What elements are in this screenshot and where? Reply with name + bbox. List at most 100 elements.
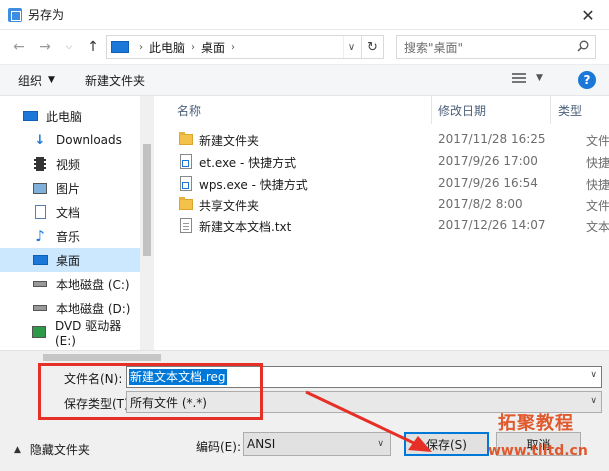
sidebar-scrollbar[interactable] bbox=[140, 96, 154, 350]
search-placeholder: 搜索"桌面" bbox=[404, 40, 464, 55]
video-icon bbox=[32, 156, 48, 172]
file-row[interactable]: 新建文本文档.txt 2017/12/26 14:07 文本文档 bbox=[175, 215, 609, 237]
horizontal-scroll-thumb[interactable] bbox=[43, 354, 161, 361]
encoding-select[interactable]: ANSI ∨ bbox=[243, 432, 391, 456]
sidebar-scroll-thumb[interactable] bbox=[143, 144, 151, 256]
save-options-panel: 文件名(N): 新建文本文档.reg ∨ 保存类型(T): 所有文件 (*.*)… bbox=[0, 363, 609, 471]
search-icon bbox=[577, 40, 589, 52]
close-button[interactable]: ✕ bbox=[567, 0, 609, 30]
file-name: 新建文件夹 bbox=[199, 134, 260, 148]
organize-menu[interactable]: 组织 ▼ bbox=[18, 72, 55, 89]
sidebar-item-label: 视频 bbox=[56, 157, 81, 172]
close-icon: ✕ bbox=[581, 5, 595, 25]
caret-down-icon: ▼ bbox=[48, 75, 55, 85]
shortcut-icon bbox=[180, 154, 192, 169]
horizontal-scrollbar[interactable] bbox=[0, 350, 609, 363]
file-type: 快捷方式 bbox=[586, 156, 609, 170]
sidebar-item-label: 桌面 bbox=[56, 253, 81, 268]
refresh-icon: ↻ bbox=[367, 39, 378, 55]
hide-folders-label: 隐藏文件夹 bbox=[29, 443, 90, 457]
file-row[interactable]: wps.exe - 快捷方式 2017/9/26 16:54 快捷方式 bbox=[175, 173, 609, 195]
dvd-icon bbox=[32, 324, 47, 340]
title-bar: 另存为 ✕ bbox=[0, 0, 609, 30]
column-divider[interactable] bbox=[431, 96, 432, 124]
save-button[interactable]: 保存(S) bbox=[404, 432, 489, 456]
file-type: 文本文档 bbox=[586, 220, 609, 234]
file-date: 2017/11/28 16:25 bbox=[438, 132, 546, 146]
sidebar-item-label: 本地磁盘 (C:) bbox=[56, 277, 130, 292]
chevron-right-icon: › bbox=[191, 41, 196, 53]
sidebar-item-drive-c[interactable]: 本地磁盘 (C:) bbox=[0, 272, 140, 296]
file-name: wps.exe - 快捷方式 bbox=[199, 178, 308, 192]
column-header-name[interactable]: 名称 bbox=[177, 96, 201, 124]
shortcut-icon bbox=[180, 176, 192, 191]
file-row[interactable]: 共享文件夹 2017/8/2 8:00 文件夹 bbox=[175, 194, 609, 216]
encoding-label: 编码(E): bbox=[196, 440, 241, 454]
computer-icon bbox=[22, 108, 38, 124]
new-folder-button[interactable]: 新建文件夹 bbox=[85, 72, 145, 89]
caret-up-icon: ▲ bbox=[14, 444, 21, 455]
column-divider[interactable] bbox=[550, 96, 551, 124]
file-type: 快捷方式 bbox=[586, 178, 609, 192]
sidebar-item-label: 此电脑 bbox=[46, 109, 83, 124]
drive-icon bbox=[32, 276, 48, 292]
column-header-date[interactable]: 修改日期 bbox=[438, 96, 486, 124]
file-row[interactable]: 新建文件夹 2017/11/28 16:25 文件夹 bbox=[175, 129, 609, 151]
help-button[interactable]: ? bbox=[578, 71, 596, 89]
address-dropdown-button[interactable]: ∨ bbox=[343, 36, 359, 58]
address-bar[interactable]: › 此电脑 › 桌面 › ∨ ↻ bbox=[106, 35, 384, 59]
sidebar-item-label: DVD 驱动器 (E:) bbox=[54, 318, 122, 348]
file-list: 名称 修改日期 类型 新建文件夹 2017/11/28 16:25 文件夹 et… bbox=[155, 96, 609, 350]
encoding-value: ANSI bbox=[247, 437, 276, 451]
sidebar-item-downloads[interactable]: ↓ Downloads bbox=[0, 128, 140, 152]
picture-icon bbox=[32, 180, 48, 196]
organize-label: 组织 bbox=[18, 73, 43, 88]
file-type: 文件夹 bbox=[586, 134, 609, 148]
up-arrow-icon: ↑ bbox=[87, 39, 99, 55]
cancel-button-label: 取消 bbox=[526, 437, 551, 452]
sidebar-item-music[interactable]: ♪ 音乐 bbox=[0, 224, 140, 248]
back-button[interactable]: ← bbox=[8, 35, 30, 59]
hide-folders-button[interactable]: ▲ 隐藏文件夹 bbox=[14, 441, 90, 458]
breadcrumb-this-pc[interactable]: 此电脑 bbox=[149, 39, 185, 56]
sidebar-item-pictures[interactable]: 图片 bbox=[0, 176, 140, 200]
sidebar-item-videos[interactable]: 视频 bbox=[0, 152, 140, 176]
search-input[interactable]: 搜索"桌面" bbox=[396, 35, 596, 59]
file-date: 2017/12/26 14:07 bbox=[438, 218, 546, 232]
column-label: 名称 bbox=[177, 103, 202, 118]
download-icon: ↓ bbox=[34, 132, 46, 148]
view-options-button[interactable]: ▼ bbox=[512, 73, 543, 83]
command-bar: 组织 ▼ 新建文件夹 ▼ ? bbox=[0, 64, 609, 96]
up-button[interactable]: ↑ bbox=[82, 35, 104, 59]
refresh-button[interactable]: ↻ bbox=[361, 36, 383, 58]
music-icon: ♪ bbox=[35, 227, 45, 245]
sidebar-item-label: 文档 bbox=[56, 205, 81, 220]
file-row[interactable]: et.exe - 快捷方式 2017/9/26 17:00 快捷方式 bbox=[175, 151, 609, 173]
chevron-right-icon: › bbox=[231, 41, 236, 53]
drive-icon bbox=[32, 300, 48, 316]
chevron-down-icon: ∨ bbox=[377, 439, 384, 449]
recent-locations-button[interactable]: ⌵ bbox=[58, 35, 80, 59]
chevron-down-icon[interactable]: ∨ bbox=[590, 370, 597, 380]
sidebar-item-dvd-drive[interactable]: DVD 驱动器 (E:) bbox=[0, 319, 140, 348]
file-name: et.exe - 快捷方式 bbox=[199, 156, 297, 170]
breadcrumb-desktop[interactable]: 桌面 bbox=[201, 39, 225, 56]
sidebar-item-this-pc[interactable]: 此电脑 bbox=[0, 104, 140, 128]
sidebar-item-documents[interactable]: 文档 bbox=[0, 200, 140, 224]
sidebar-item-desktop[interactable]: 桌面 bbox=[0, 248, 140, 272]
file-name: 共享文件夹 bbox=[199, 199, 260, 213]
column-header-type[interactable]: 类型 bbox=[558, 96, 582, 124]
column-label: 类型 bbox=[558, 103, 583, 118]
document-icon bbox=[32, 204, 48, 220]
new-folder-label: 新建文件夹 bbox=[84, 73, 145, 88]
navigation-pane: 此电脑 ↓ Downloads 视频 图片 文档 ♪ 音乐 桌面 本地磁盘 (C… bbox=[0, 96, 154, 350]
cancel-button[interactable]: 取消 bbox=[496, 432, 581, 456]
save-button-label: 保存(S) bbox=[426, 437, 467, 452]
forward-arrow-icon: → bbox=[39, 39, 51, 55]
chevron-down-icon: ⌵ bbox=[65, 42, 73, 52]
chevron-right-icon: › bbox=[139, 41, 143, 53]
forward-button[interactable]: → bbox=[34, 35, 56, 59]
file-name: 新建文本文档.txt bbox=[199, 220, 292, 234]
chevron-down-icon: ∨ bbox=[347, 41, 356, 53]
text-file-icon bbox=[180, 218, 192, 233]
